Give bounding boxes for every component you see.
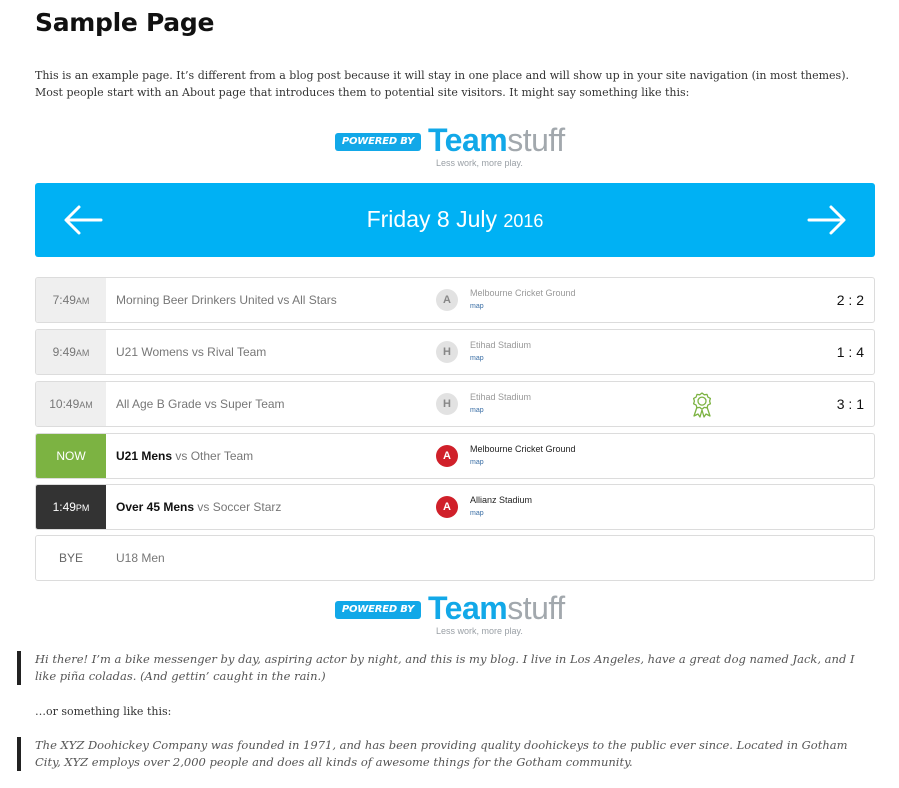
map-link[interactable]: map [470,459,484,466]
transition-paragraph: …or something like this: [35,705,172,718]
home-away-badge: A [436,445,458,467]
fixture-row[interactable]: 10:49AM All Age B Grade vs Super Team H … [35,381,875,427]
logo-tagline: Less work, more play. [436,626,523,636]
away-team: vs Rival Team [188,345,267,359]
fixture-row[interactable]: 9:49AM U21 Womens vs Rival Team H Etihad… [35,329,875,375]
venue-name: Melbourne Cricket Ground [470,444,576,454]
venue-name: Etihad Stadium [470,392,532,402]
powered-by-badge: POWERED BY [335,133,421,151]
venue-name: Allianz Stadium [470,495,533,505]
time-value: 10:49 [49,397,80,411]
time-ampm: PM [75,503,90,513]
fixture-score: 2 : 2 [836,292,864,308]
time-value: 7:49 [52,293,76,307]
fixture-time: 7:49AM [36,278,106,322]
logo-tagline: Less work, more play. [436,158,523,168]
wordmark-team: Team [428,590,508,626]
time-ampm: AM [75,296,90,306]
home-away-badge: A [436,496,458,518]
fixture-time: 9:49AM [36,330,106,374]
date-year: 2016 [503,211,544,231]
page-title: Sample Page [35,8,215,37]
home-team: All Age B Grade [116,397,202,411]
time-ampm: AM [79,400,93,410]
blockquote-bike-messenger: Hi there! I’m a bike messenger by day, a… [17,651,855,685]
wordmark-stuff: stuff [507,590,565,626]
home-team: U21 Mens [116,449,173,463]
home-team: Morning Beer Drinkers United [116,293,275,307]
time-value: BYE [58,551,83,565]
fixture-teams: Over 45 Mens vs Soccer Starz [116,485,281,529]
intro-paragraph: This is an example page. It’s different … [35,69,849,99]
map-link[interactable]: map [470,510,484,517]
fixture-score: 1 : 4 [836,344,864,360]
venue-name: Melbourne Cricket Ground [470,288,576,298]
teamstuff-wordmark: Teamstuff [428,590,565,627]
fixture-score: 3 : 1 [836,396,864,412]
venue-name: Etihad Stadium [470,340,532,350]
wordmark-team: Team [428,122,508,158]
teamstuff-wordmark: Teamstuff [428,122,565,159]
fixture-time: 1:49PM [36,485,106,529]
home-away-badge: H [436,393,458,415]
teamstuff-logo-top[interactable]: POWERED BY Teamstuff Less work, more pla… [335,122,580,180]
bye-team: U18 Men [116,551,165,565]
fixture-time: NOW [36,434,106,478]
wordmark-stuff: stuff [507,122,565,158]
time-value: 9:49 [52,345,76,359]
fixture-teams: Morning Beer Drinkers United vs All Star… [116,278,337,322]
fixture-time: 10:49AM [36,382,106,426]
map-link[interactable]: map [470,355,484,362]
home-away-badge: H [436,341,458,363]
award-ribbon-icon [691,392,713,418]
fixture-row[interactable]: 1:49PM Over 45 Mens vs Soccer Starz A Al… [35,484,875,530]
away-team: vs Other Team [172,449,254,463]
fixture-teams: U18 Men [116,536,165,580]
fixture-teams: U21 Mens vs Other Team [116,434,253,478]
fixture-teams: All Age B Grade vs Super Team [116,382,285,426]
time-value: 1:49 [52,500,76,514]
fixture-teams: U21 Womens vs Rival Team [116,330,266,374]
date-label: Friday 8 July [366,206,497,232]
teamstuff-logo-bottom[interactable]: POWERED BY Teamstuff Less work, more pla… [335,590,580,648]
fixture-row[interactable]: NOW U21 Mens vs Other Team A Melbourne C… [35,433,875,479]
blockquote-doohickey-company: The XYZ Doohickey Company was founded in… [17,737,855,771]
away-team: vs Soccer Starz [194,500,282,514]
away-team: vs Super Team [201,397,285,411]
home-away-badge: A [436,289,458,311]
powered-by-badge: POWERED BY [335,601,421,619]
arrow-right-icon[interactable] [807,204,847,236]
time-ampm: AM [75,348,90,358]
map-link[interactable]: map [470,303,484,310]
date-navigation-bar: Friday 8 July 2016 [35,183,875,257]
home-team: Over 45 Mens [116,500,195,514]
current-date: Friday 8 July 2016 [35,206,875,233]
fixture-time: BYE [36,536,106,580]
home-team: U21 Womens [116,345,189,359]
fixture-row-bye[interactable]: BYE U18 Men [35,535,875,581]
fixture-row[interactable]: 7:49AM Morning Beer Drinkers United vs A… [35,277,875,323]
time-value: NOW [56,449,86,463]
away-team: vs All Stars [274,293,337,307]
map-link[interactable]: map [470,407,484,414]
